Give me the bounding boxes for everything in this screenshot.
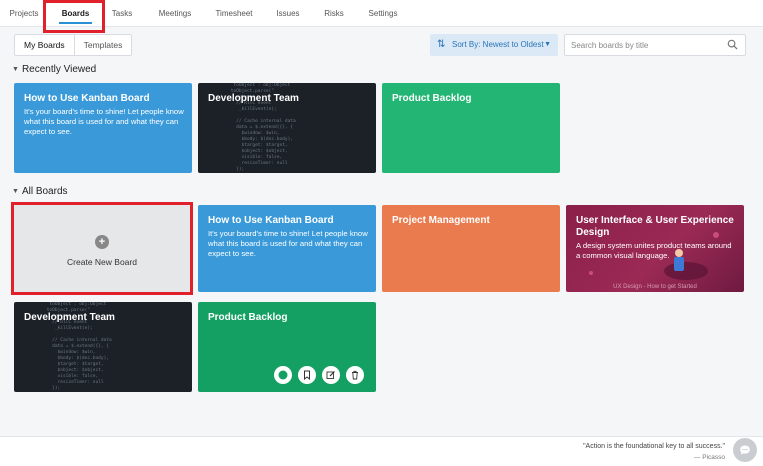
active-tab-indicator	[59, 22, 92, 24]
caret-down-icon: ▼	[12, 66, 19, 73]
board-title: Project Management	[392, 215, 490, 226]
edit-button[interactable]	[322, 366, 340, 384]
recent-section-title: Recently Viewed	[21, 64, 97, 75]
board-title: Development Team	[24, 312, 115, 323]
trash-icon	[352, 370, 358, 380]
footer-quote: "Action is the foundational key to all s…	[583, 443, 725, 450]
chevron-down-icon: ▼	[544, 41, 551, 48]
subtab-templates[interactable]: Templates	[75, 35, 132, 55]
bookmark-button[interactable]	[298, 366, 316, 384]
delete-button[interactable]	[346, 366, 364, 384]
chat-button[interactable]	[733, 438, 757, 462]
bookmark-icon	[304, 370, 310, 380]
tab-boards[interactable]: Boards	[59, 9, 92, 18]
tab-settings[interactable]: Settings	[367, 9, 399, 18]
board-description: A design system unites product teams aro…	[576, 241, 732, 260]
board-card[interactable]: Project Management	[382, 205, 560, 292]
board-card[interactable]: toObject : obj:Object toObject.parse(" r…	[198, 83, 376, 173]
tab-risks[interactable]: Risks	[323, 9, 345, 18]
board-title: How to Use Kanban Board	[208, 215, 334, 226]
board-card[interactable]: How to Use Kanban Board It's your board'…	[198, 205, 376, 292]
image-caption: UX Design - How to get Started	[613, 284, 697, 290]
footer: "Action is the foundational key to all s…	[0, 436, 763, 466]
board-actions	[274, 366, 364, 384]
board-description: It's your board's time to shine! Let peo…	[24, 107, 184, 136]
create-board-label: Create New Board	[67, 257, 137, 267]
board-title: Product Backlog	[392, 93, 472, 104]
board-card[interactable]: How to Use Kanban Board It's your board'…	[14, 83, 192, 173]
subtabs: My Boards Templates	[14, 34, 133, 56]
subtab-my-boards[interactable]: My Boards	[15, 35, 75, 55]
board-card[interactable]: toObject : obj:Object toObject.parse(" r…	[14, 302, 192, 392]
all-section-header[interactable]: ▼ All Boards	[12, 186, 68, 197]
search-icon[interactable]	[727, 39, 738, 50]
board-title: User Interface & User Experience Design	[576, 215, 734, 238]
create-board-card[interactable]: + Create New Board	[14, 205, 190, 292]
footer-quote-author: — Picasso	[693, 454, 725, 461]
sort-label: Sort By: Newest to Oldest	[452, 40, 544, 49]
board-title: How to Use Kanban Board	[24, 93, 150, 104]
tab-tasks[interactable]: Tasks	[110, 9, 134, 18]
search-input[interactable]	[571, 39, 721, 52]
all-section-title: All Boards	[21, 186, 68, 197]
recent-section-header[interactable]: ▼ Recently Viewed	[12, 64, 96, 75]
board-title: Product Backlog	[208, 312, 288, 323]
search-box	[564, 34, 746, 56]
plus-icon: +	[95, 235, 109, 249]
board-card[interactable]: Product Backlog	[382, 83, 560, 173]
board-title: Development Team	[208, 93, 299, 104]
sort-icon: ⇅	[437, 39, 446, 50]
tab-projects[interactable]: Projects	[8, 9, 40, 18]
chat-icon	[740, 445, 750, 455]
tab-timesheet[interactable]: Timesheet	[214, 9, 254, 18]
status-button[interactable]	[274, 366, 292, 384]
tab-issues[interactable]: Issues	[275, 9, 301, 18]
circle-icon	[278, 370, 288, 380]
board-card[interactable]: Product Backlog	[198, 302, 376, 392]
sort-button[interactable]: ⇅ Sort By: Newest to Oldest ▼	[430, 34, 558, 56]
board-description: It's your board's time to shine! Let peo…	[208, 229, 368, 258]
top-nav: Projects Boards Tasks Meetings Timesheet…	[0, 0, 763, 27]
caret-down-icon: ▼	[12, 188, 19, 195]
tab-meetings[interactable]: Meetings	[156, 9, 194, 18]
board-card[interactable]: User Interface & User Experience Design …	[566, 205, 744, 292]
edit-icon	[326, 371, 335, 379]
